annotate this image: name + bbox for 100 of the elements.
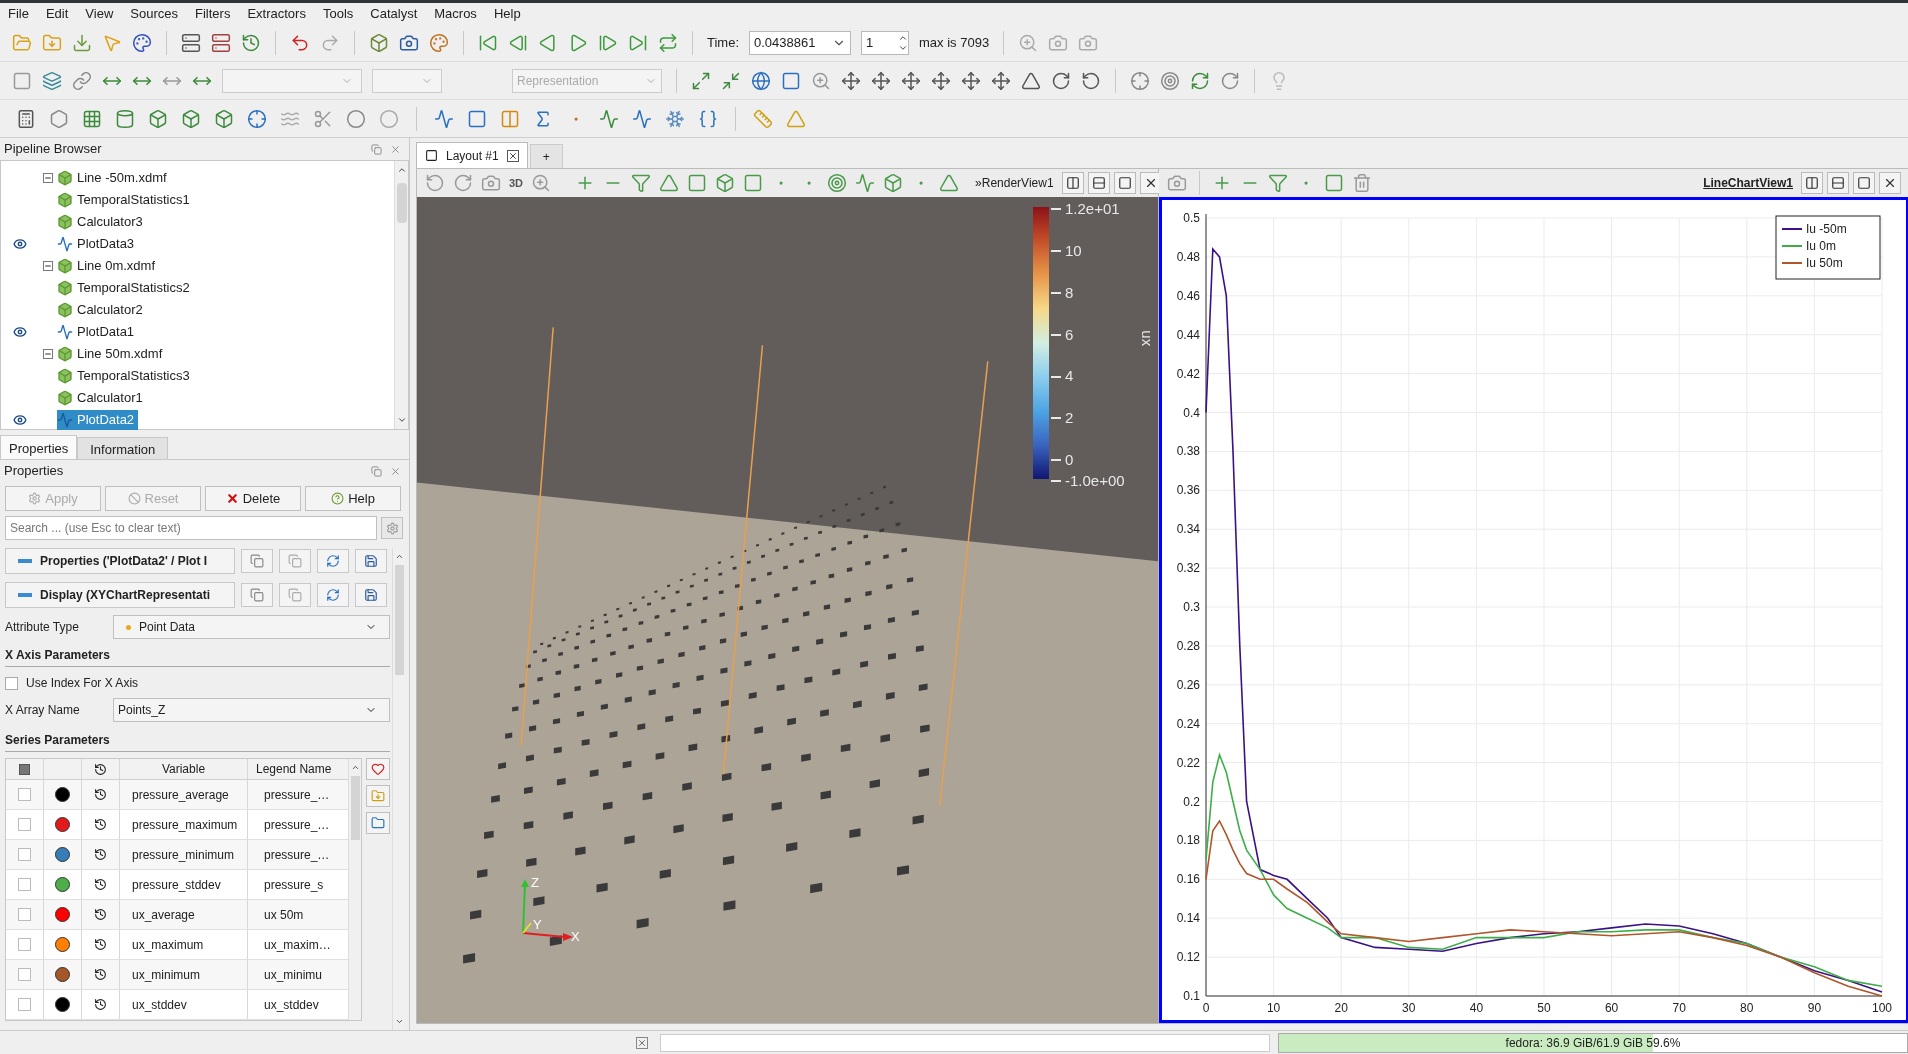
pipeline-item[interactable]: PlotData2 [57,410,139,430]
menu-item[interactable]: Catalyst [370,3,418,24]
x-array-dropdown[interactable]: Points_Z [113,698,390,722]
table-cell: ux_maximum [120,930,248,959]
x-tick-label: 90 [1807,1001,1822,1015]
pipeline-item[interactable]: Calculator2 [57,300,147,320]
y-tick-label: 0.22 [1176,755,1200,770]
color-bar-label: 4 [1065,366,1074,387]
line-chart[interactable]: 0.1 0.12 0.14 0.16 0.18 0.2 0.22 0.24 0.26 0.28 0.3 0.32 0.34 0.36 0.38 0.4 0.42 0.44 0.46 0.48 0.5 0 10 20 30 40 50 60 70 80 90 100 Iu -50m Iu 0m Iu 50m [1162,200,1906,1020]
pipeline-item[interactable]: TemporalStatistics2 [57,278,194,298]
y-tick-label: 0.48 [1176,249,1200,264]
search-field[interactable]: Search ... (use Esc to clear text) [5,516,377,540]
menu-item[interactable]: File [8,3,29,24]
menu-item[interactable]: Help [493,3,521,24]
panel-tab[interactable]: Information [77,437,169,459]
delete-button[interactable]: Delete [205,486,301,511]
time-label: Time: [707,33,740,52]
y-tick-label: 0.18 [1176,833,1200,848]
menu-item[interactable]: Sources [130,3,178,24]
menu-item[interactable]: Macros [434,3,477,24]
x-tick-label: 10 [1266,1001,1281,1015]
menu-item[interactable]: Filters [195,3,231,24]
axis-label: Z [531,874,539,892]
section-header[interactable]: Display (XYChartRepresentati [5,582,235,608]
y-tick-label: 0.36 [1176,483,1200,498]
view-title[interactable]: »RenderView1 [975,174,1054,192]
color-bar-label: 8 [1065,282,1074,303]
table-cell: pressure_minimum [120,840,248,869]
legend-label: Iu -50m [1806,222,1847,236]
menu-item[interactable]: Tools [322,3,354,24]
help-button[interactable]: Help [305,486,401,511]
pipeline-item[interactable]: Line -50m.xdmf [57,168,171,188]
timestep-spinbox[interactable]: 1 [861,30,910,55]
panel-title: Pipeline Browser [4,140,102,159]
table-cell-text: ux_stddev [263,996,320,1014]
color-bar-label: -1.0e+00 [1065,471,1125,491]
y-tick-label: 0.12 [1176,950,1200,965]
table-cell: ux_stddev [120,990,248,1019]
color-bar-label: 2 [1065,408,1074,429]
color-bar-label: 0 [1065,450,1074,471]
color-bar-label: 6 [1065,324,1074,345]
pipeline-item[interactable]: PlotData1 [57,322,139,342]
layout-tab[interactable]: Layout #1 [416,142,528,168]
pipeline-item[interactable]: PlotData3 [57,234,139,254]
table-cell: ux_minimum [120,960,248,989]
axis-label: Y [533,916,542,934]
section-heading: Series Parameters [5,731,390,752]
render-view[interactable]: 1.2e+01 10 8 6 4 2 0 -1.0e+00 ux Z Y X [417,197,1158,1023]
3d-toggle[interactable]: 3D [509,174,524,192]
y-tick-label: 0.44 [1176,327,1200,342]
x-tick-label: 50 [1537,1001,1551,1015]
x-tick-label: 100 [1872,1001,1892,1015]
y-tick-label: 0.32 [1176,561,1200,576]
panel-tab[interactable]: Properties [0,435,78,459]
time-field[interactable]: 0.0438861 [749,30,852,55]
x-tick-label: 20 [1334,1001,1348,1015]
table-cell: pressure_average [120,780,248,809]
section-heading: X Axis Parameters [5,646,390,667]
pipeline-item[interactable]: TemporalStatistics1 [57,190,194,210]
y-tick-label: 0.34 [1176,522,1200,537]
axis-label: X [571,928,580,946]
pipeline-item[interactable]: Line 50m.xdmf [57,344,167,364]
table-cell: pressure_maximum [120,810,248,839]
x-tick-label: 70 [1672,1001,1686,1015]
checkbox-label: Use Index For X Axis [26,675,139,692]
color-bar-title: ux [1138,330,1158,347]
field-label: X Array Name [5,702,81,719]
pipeline-item[interactable]: Calculator3 [57,212,147,232]
x-tick-label: 30 [1402,1001,1416,1015]
field-label: Attribute Type [5,619,80,636]
y-tick-label: 0.46 [1176,288,1200,303]
color-bar-label: 10 [1065,240,1082,261]
x-tick-label: 80 [1740,1001,1754,1015]
table-cell-text: pressure_… [263,846,331,864]
view-title[interactable]: LineChartView1 [1703,174,1793,192]
section-header[interactable]: Properties ('PlotData2' / Plot I [5,548,235,574]
table-cell-text: pressure_… [263,816,331,834]
menu-item[interactable]: Extractors [247,3,306,24]
pipeline-item[interactable]: Line 0m.xdmf [57,256,160,276]
table-cell: pressure_stddev [120,870,248,899]
y-tick-label: 0.38 [1176,444,1200,459]
y-tick-label: 0.1 [1183,989,1200,1003]
menu-item[interactable]: View [85,3,114,24]
table-cell-text: pressure_s [263,876,325,894]
y-tick-label: 0.16 [1176,872,1200,887]
y-tick-label: 0.14 [1176,911,1200,926]
pipeline-item[interactable]: TemporalStatistics3 [57,366,194,386]
pipeline-item[interactable]: Calculator1 [57,388,147,408]
x-tick-label: 60 [1604,1001,1619,1015]
menu-item[interactable]: Edit [45,3,69,24]
y-tick-label: 0.26 [1176,677,1200,692]
table-cell-text: ux_minimu [263,966,324,984]
color-bar-label: 1.2e+01 [1065,199,1120,219]
y-tick-label: 0.3 [1183,600,1200,614]
column-header[interactable]: Variable [120,759,248,779]
column-header[interactable]: Legend Name [248,759,348,779]
attribute-type-dropdown[interactable]: Point Data [113,615,390,639]
add-tab[interactable]: + [529,144,563,168]
legend-label: Iu 0m [1806,239,1836,253]
y-tick-label: 0.42 [1176,366,1200,381]
